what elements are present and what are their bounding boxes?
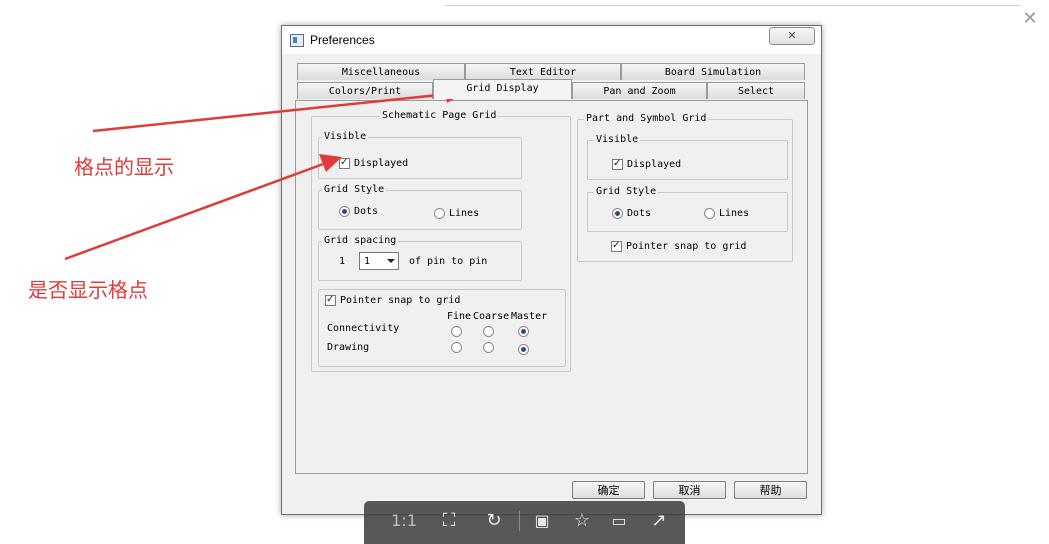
annotation-show-grid: 是否显示格点 xyxy=(28,278,148,302)
tab-label: Grid Display xyxy=(466,83,539,94)
tab-grid-display[interactable]: Grid Display xyxy=(433,79,572,99)
fit-window-icon[interactable]: ⛶ xyxy=(434,509,464,533)
save-icon[interactable]: ▣ xyxy=(527,509,557,533)
bookmark-star-icon[interactable]: ☆ xyxy=(567,509,597,533)
actual-size-button[interactable]: 1:1 xyxy=(388,509,420,533)
device-icon[interactable]: ▭ xyxy=(604,509,634,533)
annotation-grid-display: 格点的显示 xyxy=(74,155,174,179)
toolbar-separator xyxy=(519,511,520,531)
arrow-to-grid-display-tab xyxy=(92,92,449,133)
rotate-icon[interactable]: ↻ xyxy=(479,509,509,533)
share-icon[interactable]: ↗ xyxy=(644,509,674,533)
viewer-toolbar: 1:1 ⛶ ↻ ▣ ☆ ▭ ↗ xyxy=(364,501,685,544)
